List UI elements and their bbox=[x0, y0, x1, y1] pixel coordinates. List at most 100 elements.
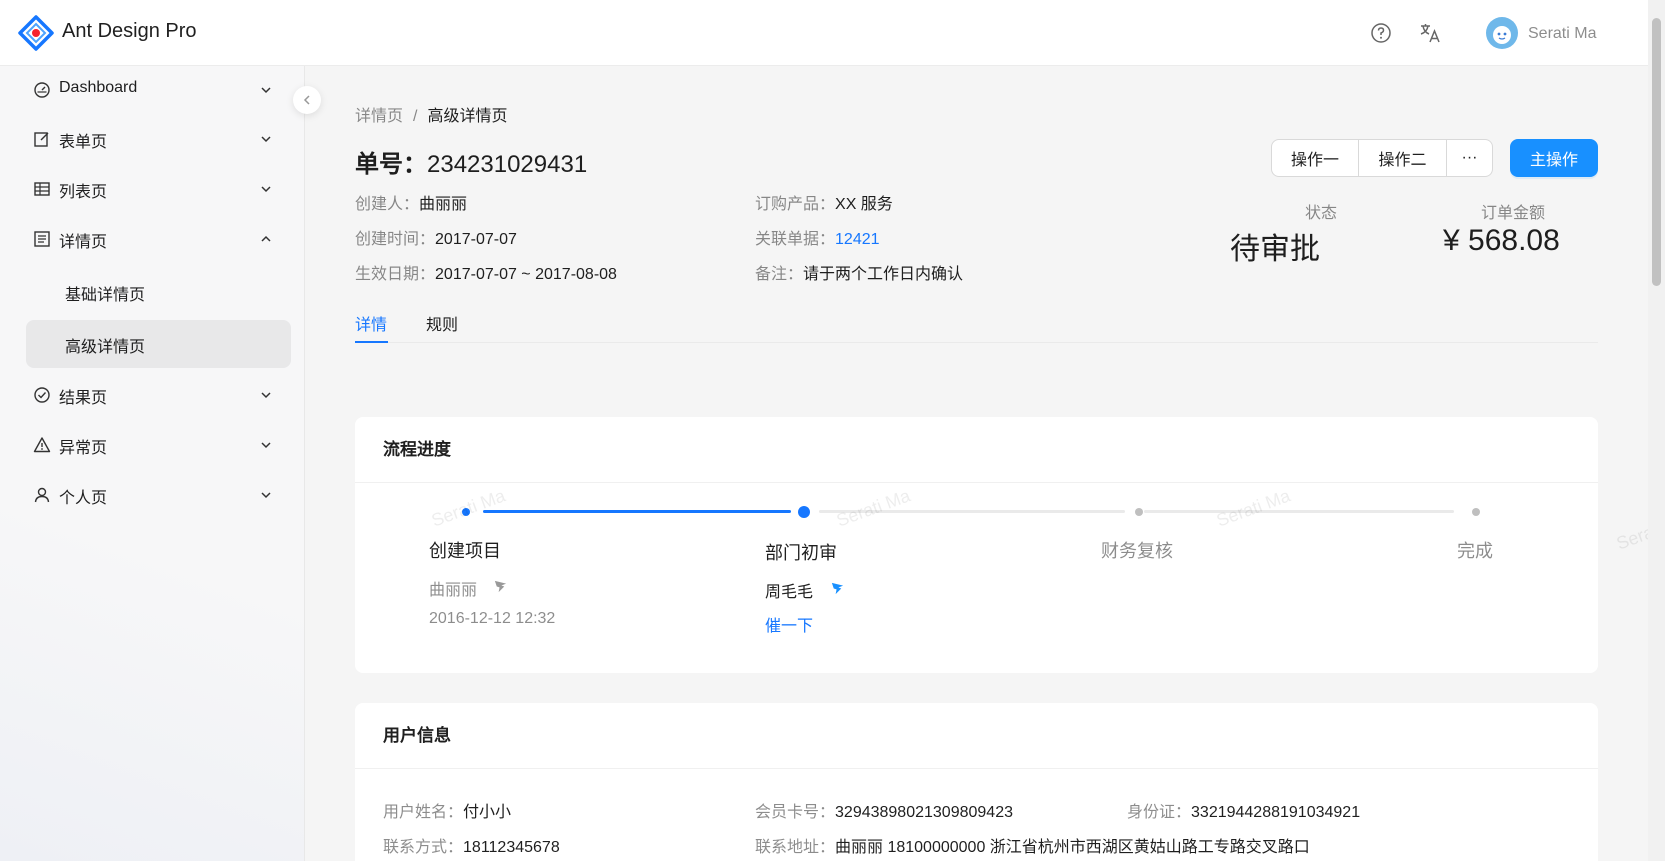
desc-label: 会员卡号： bbox=[755, 804, 836, 821]
watermark-text: Serati Ma bbox=[1213, 485, 1293, 531]
tab-ink-bar bbox=[355, 341, 388, 343]
desc-value: 曲丽丽 bbox=[419, 196, 468, 213]
vertical-scrollbar[interactable] bbox=[1648, 0, 1665, 861]
desc-related-doc: 关联单据：12421 bbox=[755, 225, 880, 249]
sidebar-item-exception[interactable]: 异常页 bbox=[26, 421, 291, 469]
breadcrumb: 详情页 / 高级详情页 bbox=[355, 102, 507, 126]
chevron-up-icon bbox=[261, 235, 271, 242]
process-card: 流程进度 创建项目 曲丽丽 2016-12-12 12:32 部门初审 周毛毛 … bbox=[355, 417, 1598, 673]
sidebar-subitem-advanced-profile[interactable]: 高级详情页 bbox=[26, 320, 291, 368]
step-title: 财务复核 bbox=[1101, 541, 1173, 561]
chevron-down-icon bbox=[261, 136, 271, 143]
sidebar-subitem-label: 高级详情页 bbox=[65, 339, 146, 356]
user-name[interactable]: Serati Ma bbox=[1528, 25, 1596, 43]
sidebar-collapse-button[interactable] bbox=[293, 86, 321, 114]
primary-action-button[interactable]: 主操作 bbox=[1510, 139, 1598, 177]
step-time: 2016-12-12 12:32 bbox=[429, 610, 556, 627]
ant-design-logo-icon[interactable] bbox=[18, 15, 54, 51]
step-tail-pending bbox=[1144, 510, 1454, 513]
page-title: 单号：234231029431 bbox=[355, 144, 587, 179]
translation-icon[interactable] bbox=[1418, 21, 1442, 45]
avatar[interactable] bbox=[1486, 17, 1518, 49]
desc-remark: 备注：请于两个工作日内确认 bbox=[755, 260, 963, 284]
card-title: 用户信息 bbox=[355, 703, 1598, 769]
process-steps: 创建项目 曲丽丽 2016-12-12 12:32 部门初审 周毛毛 催一下 财… bbox=[355, 483, 1598, 673]
question-circle-icon[interactable] bbox=[1369, 21, 1393, 45]
breadcrumb-separator: / bbox=[413, 108, 418, 125]
urge-link[interactable]: 催一下 bbox=[765, 612, 813, 636]
dingding-icon[interactable] bbox=[493, 578, 508, 593]
sidebar-item-profile[interactable]: 详情页 bbox=[26, 215, 291, 263]
top-header: Ant Design Pro Serati Ma bbox=[0, 0, 1648, 66]
desc-value: 2017-07-07 ~ 2017-08-08 bbox=[435, 266, 617, 283]
tabs: 详情 规则 bbox=[355, 299, 1598, 343]
dashboard-icon bbox=[34, 82, 50, 98]
step-tail-finished bbox=[483, 510, 791, 513]
user-info-card: 用户信息 用户姓名：付小小 会员卡号：32943898021309809423 … bbox=[355, 703, 1598, 861]
step-dot-wait bbox=[1472, 508, 1480, 516]
chevron-left-icon bbox=[303, 95, 310, 105]
step-title: 部门初审 bbox=[765, 543, 837, 563]
check-circle-icon bbox=[34, 387, 50, 403]
sidebar-item-label: Dashboard bbox=[59, 79, 138, 96]
step-dot-process bbox=[798, 506, 810, 518]
desc-label: 备注： bbox=[755, 266, 804, 283]
sidebar-item-label: 个人页 bbox=[59, 490, 108, 507]
desc-phone: 联系方式：18112345678 bbox=[383, 833, 560, 857]
desc-label: 用户姓名： bbox=[383, 804, 464, 821]
more-actions-button[interactable]: ··· bbox=[1447, 139, 1493, 177]
desc-value: 请于两个工作日内确认 bbox=[803, 266, 964, 283]
scrollbar-thumb[interactable] bbox=[1652, 18, 1661, 286]
desc-value: XX 服务 bbox=[835, 196, 893, 213]
sidebar-item-form[interactable]: 表单页 bbox=[26, 115, 291, 163]
breadcrumb-current: 高级详情页 bbox=[427, 108, 508, 125]
desc-label: 身份证： bbox=[1127, 804, 1192, 821]
sidebar-item-dashboard[interactable]: Dashboard bbox=[26, 66, 291, 114]
desc-value: 曲丽丽 18100000000 浙江省杭州市西湖区黄姑山路工专路交叉路口 bbox=[835, 839, 1310, 856]
breadcrumb-parent[interactable]: 详情页 bbox=[355, 108, 403, 125]
desc-value: 18112345678 bbox=[463, 839, 560, 856]
desc-label: 联系方式： bbox=[383, 839, 464, 856]
action-two-button[interactable]: 操作二 bbox=[1359, 139, 1447, 177]
page-title-label: 单号： bbox=[355, 151, 427, 178]
app-title[interactable]: Ant Design Pro bbox=[62, 20, 197, 43]
sidebar-subitem-label: 基础详情页 bbox=[65, 287, 146, 304]
dingding-icon[interactable] bbox=[830, 580, 845, 595]
desc-user-name: 用户姓名：付小小 bbox=[383, 798, 511, 822]
desc-label: 联系地址： bbox=[755, 839, 836, 856]
status-value: 待审批 bbox=[1230, 233, 1320, 266]
sidebar-item-label: 列表页 bbox=[59, 184, 108, 201]
sidebar-item-list[interactable]: 列表页 bbox=[26, 165, 291, 213]
table-icon bbox=[34, 182, 50, 196]
desc-value: 2017-07-07 bbox=[435, 231, 517, 248]
desc-id-card: 身份证：3321944288191034921 bbox=[1127, 798, 1360, 822]
chevron-down-icon bbox=[261, 442, 271, 449]
sidebar-subitem-basic-profile[interactable]: 基础详情页 bbox=[26, 268, 291, 316]
tab-rules[interactable]: 规则 bbox=[426, 311, 458, 335]
main-content: 详情页 / 高级详情页 单号：234231029431 操作一 操作二 ··· 主操… bbox=[305, 66, 1665, 861]
warning-icon bbox=[33, 437, 51, 453]
step-title: 创建项目 bbox=[429, 541, 501, 561]
action-one-button[interactable]: 操作一 bbox=[1271, 139, 1359, 177]
amount-label: 订单金额 bbox=[1481, 205, 1546, 222]
watermark-text: Serati Ma bbox=[833, 485, 913, 531]
sidebar-item-result[interactable]: 结果页 bbox=[26, 371, 291, 419]
watermark-text: Serati Ma bbox=[428, 485, 508, 531]
desc-created-time: 创建时间：2017-07-07 bbox=[355, 225, 517, 249]
sidebar-item-account[interactable]: 个人页 bbox=[26, 471, 291, 519]
desc-product: 订购产品：XX 服务 bbox=[755, 190, 893, 214]
chevron-down-icon bbox=[261, 392, 271, 399]
sidebar-item-label: 表单页 bbox=[59, 134, 108, 151]
tab-detail[interactable]: 详情 bbox=[355, 311, 387, 335]
desc-value: 付小小 bbox=[463, 804, 512, 821]
related-doc-link[interactable]: 12421 bbox=[835, 231, 880, 248]
chevron-down-icon bbox=[261, 492, 271, 499]
sidebar-item-label: 异常页 bbox=[59, 440, 108, 457]
user-icon bbox=[34, 487, 50, 503]
desc-address: 联系地址：曲丽丽 18100000000 浙江省杭州市西湖区黄姑山路工专路交叉路… bbox=[755, 833, 1310, 857]
desc-member-card: 会员卡号：32943898021309809423 bbox=[755, 798, 1013, 822]
sidebar: Dashboard 表单页 列表页 详情页 基础详情页 高级详情页 结果页 异常… bbox=[0, 66, 305, 861]
desc-value: 32943898021309809423 bbox=[835, 804, 1013, 821]
chevron-down-icon bbox=[261, 186, 271, 193]
step-title: 完成 bbox=[1457, 541, 1493, 561]
